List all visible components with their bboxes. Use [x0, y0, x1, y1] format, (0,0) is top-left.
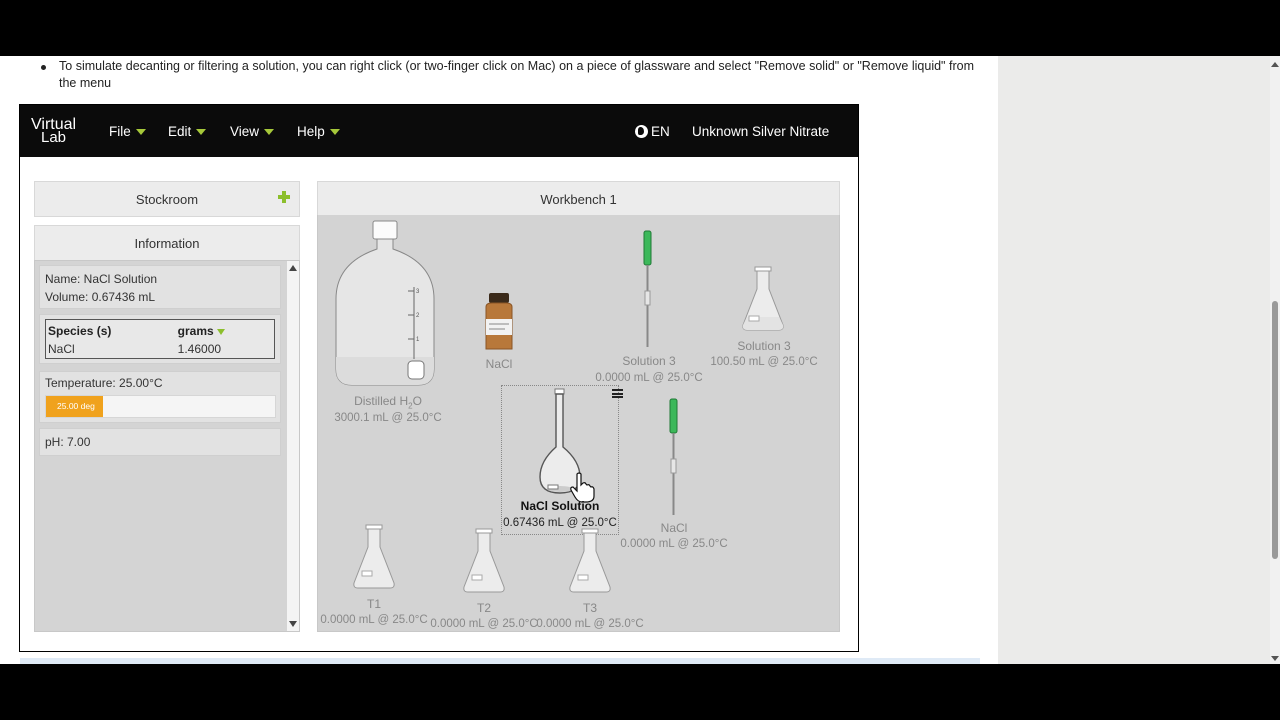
pipette-icon[interactable]	[666, 398, 682, 517]
t1-detail: 0.0000 mL @ 25.0°C	[320, 614, 428, 626]
table-row: NaCl 1.46000	[46, 340, 275, 358]
menu-help-label: Help	[297, 124, 325, 139]
temperature-card: Temperature: 25.00°C 25.00 deg	[39, 371, 281, 423]
ph-card: pH: 7.00	[39, 428, 281, 456]
scroll-down-icon[interactable]	[1271, 656, 1279, 661]
carboy-label: Distilled H2O	[352, 394, 424, 410]
caret-down-icon	[135, 128, 146, 135]
pipette2-label: NaCl	[660, 521, 688, 535]
t3-label: T3	[582, 601, 597, 615]
stockroom-header[interactable]: Stockroom	[34, 181, 300, 217]
species-table: Species (s) grams NaCl 1.46000	[45, 319, 275, 359]
pipette1-detail: 0.0000 mL @ 25.0°C	[595, 372, 703, 384]
page-section-divider	[20, 658, 980, 664]
erlenmeyer-flask-icon[interactable]	[352, 524, 396, 591]
scroll-up-icon[interactable]	[1271, 62, 1279, 67]
page-scrollbar[interactable]	[1270, 56, 1280, 664]
menu-file[interactable]: File	[109, 124, 146, 139]
menu-view[interactable]: View	[230, 124, 275, 139]
menu-edit[interactable]: Edit	[168, 124, 207, 139]
ph-text: pH: 7.00	[45, 435, 91, 449]
virtual-lab-app: Virtual Lab File Edit View Help EN Unkno…	[19, 104, 859, 652]
page-content: To simulate decanting or filtering a sol…	[0, 56, 1280, 664]
erlenmeyer-flask-icon[interactable]	[568, 528, 612, 595]
info-name: Name: NaCl Solution	[45, 272, 158, 286]
information-header[interactable]: Information	[34, 225, 300, 261]
temperature-text: Temperature: 25.00°C	[45, 376, 163, 390]
flask-s3-label: Solution 3	[737, 339, 791, 353]
pipette2-detail: 0.0000 mL @ 25.0°C	[620, 538, 728, 550]
instruction-bullet: To simulate decanting or filtering a sol…	[41, 58, 974, 92]
scroll-thumb[interactable]	[1272, 301, 1278, 559]
menu-file-label: File	[109, 124, 131, 139]
grams-header-label: grams	[177, 324, 214, 339]
scroll-down-icon[interactable]	[289, 621, 297, 627]
species-card: Species (s) grams NaCl 1.46000	[39, 314, 281, 364]
workbench-title: Workbench 1	[540, 191, 617, 207]
t2-label: T2	[476, 601, 491, 615]
menu-help[interactable]: Help	[297, 124, 340, 139]
species-name: NaCl	[48, 342, 75, 357]
virtual-lab-logo[interactable]: Virtual Lab	[31, 117, 76, 146]
caret-down-icon	[196, 128, 207, 135]
instruction-text: To simulate decanting or filtering a sol…	[59, 59, 974, 90]
carboy-detail: 3000.1 mL @ 25.0°C	[334, 412, 442, 424]
language-label: EN	[651, 124, 670, 139]
menu-view-label: View	[230, 124, 260, 139]
stockroom-title: Stockroom	[135, 191, 199, 207]
volumetric-label: NaCl Solution	[520, 499, 600, 513]
caret-down-icon	[329, 128, 340, 135]
hamburger-menu-icon[interactable]	[612, 389, 623, 398]
carboy-name: Distilled H	[354, 394, 409, 408]
info-name-card: Name: NaCl Solution Volume: 0.67436 mL	[39, 265, 281, 309]
workbench-area[interactable]: 3 2 1 Distilled H2O 3000.1 mL @ 25.0°C N…	[317, 215, 840, 632]
lab-content: Stockroom Information Name: NaCl Solutio…	[20, 157, 858, 651]
info-scrollbar[interactable]	[287, 261, 299, 631]
pipette-icon[interactable]	[640, 230, 656, 349]
t3-detail: 0.0000 mL @ 25.0°C	[536, 618, 644, 630]
language-selector[interactable]: EN	[635, 124, 670, 139]
information-title: Information	[134, 235, 200, 251]
globe-icon	[635, 125, 648, 138]
volumetric-detail: 0.67436 mL @ 25.0°C	[503, 517, 617, 529]
workbench-header: Workbench 1	[317, 181, 840, 217]
erlenmeyer-flask-icon[interactable]	[741, 266, 785, 333]
info-volume: Volume: 0.67436 mL	[45, 290, 156, 304]
pipette1-label: Solution 3	[622, 354, 676, 368]
species-table-header: Species (s) grams	[46, 320, 275, 341]
app-navbar: Virtual Lab File Edit View Help EN Unkno…	[20, 105, 858, 157]
erlenmeyer-flask-icon[interactable]	[462, 528, 506, 595]
bullet-dot-icon	[41, 65, 46, 70]
caret-down-icon[interactable]	[216, 329, 225, 336]
grams-column-header[interactable]: grams	[176, 320, 275, 341]
scroll-up-icon[interactable]	[289, 265, 297, 271]
t1-label: T1	[366, 597, 381, 611]
species-column-header: Species (s)	[48, 324, 112, 339]
bottle-label: NaCl	[485, 357, 513, 371]
caret-down-icon	[264, 128, 275, 135]
right-gutter	[998, 56, 1270, 664]
flask-s3-detail: 100.50 mL @ 25.0°C	[710, 356, 818, 368]
species-grams: 1.46000	[177, 342, 222, 357]
plus-icon[interactable]	[278, 191, 290, 203]
temperature-bar-fill: 25.00 deg	[46, 396, 104, 417]
carboy-name-tail: O	[412, 394, 422, 408]
carboy-icon[interactable]: 3 2 1	[332, 219, 438, 391]
assignment-title[interactable]: Unknown Silver Nitrate	[692, 124, 829, 139]
t2-detail: 0.0000 mL @ 25.0°C	[430, 618, 538, 630]
temperature-bar: 25.00 deg	[45, 395, 276, 418]
menu-edit-label: Edit	[168, 124, 192, 139]
information-panel: Name: NaCl Solution Volume: 0.67436 mL S…	[34, 260, 300, 632]
reagent-bottle-icon[interactable]	[482, 293, 516, 351]
